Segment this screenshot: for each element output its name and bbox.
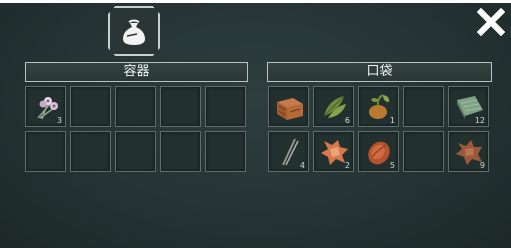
wooden-crate-icon <box>277 98 303 120</box>
container-slot[interactable] <box>115 131 156 172</box>
container-grid: 3 <box>25 86 246 172</box>
pocket-slot[interactable]: 9 <box>448 131 489 172</box>
item-count: 5 <box>389 161 395 170</box>
pocket-slot[interactable] <box>403 86 444 127</box>
container-slot[interactable] <box>160 131 201 172</box>
pocket-title: 口袋 <box>267 62 492 82</box>
container-slot[interactable] <box>70 131 111 172</box>
container-slot[interactable] <box>115 86 156 127</box>
pocket-slot[interactable]: 12 <box>448 86 489 127</box>
item-count: 9 <box>479 161 485 170</box>
pocket-slot[interactable]: 5 <box>358 131 399 172</box>
pocket-slot[interactable]: 2 <box>313 131 354 172</box>
close-button[interactable] <box>476 7 506 37</box>
container-slot[interactable]: 3 <box>25 86 66 127</box>
pocket-slot[interactable]: 1 <box>358 86 399 127</box>
pocket-slot[interactable]: 6 <box>313 86 354 127</box>
pocket-slot[interactable]: 4 <box>268 131 309 172</box>
container-slot[interactable] <box>160 86 201 127</box>
pocket-slot[interactable] <box>403 131 444 172</box>
container-slot[interactable] <box>205 86 246 127</box>
item-count: 2 <box>344 161 350 170</box>
item-count: 4 <box>299 161 305 170</box>
container-slot[interactable] <box>205 131 246 172</box>
container-slot[interactable] <box>70 86 111 127</box>
top-strip <box>0 0 511 3</box>
item-count: 1 <box>389 116 395 125</box>
item-count: 12 <box>474 116 485 125</box>
container-slot[interactable] <box>25 131 66 172</box>
close-icon <box>476 7 506 37</box>
container-title: 容器 <box>25 62 248 82</box>
sack-icon <box>108 6 160 56</box>
item-count: 3 <box>56 116 62 125</box>
pocket-grid: 6 1 12 4 2 5 9 <box>268 86 489 172</box>
item-count: 6 <box>344 116 350 125</box>
pocket-slot[interactable] <box>268 86 309 127</box>
